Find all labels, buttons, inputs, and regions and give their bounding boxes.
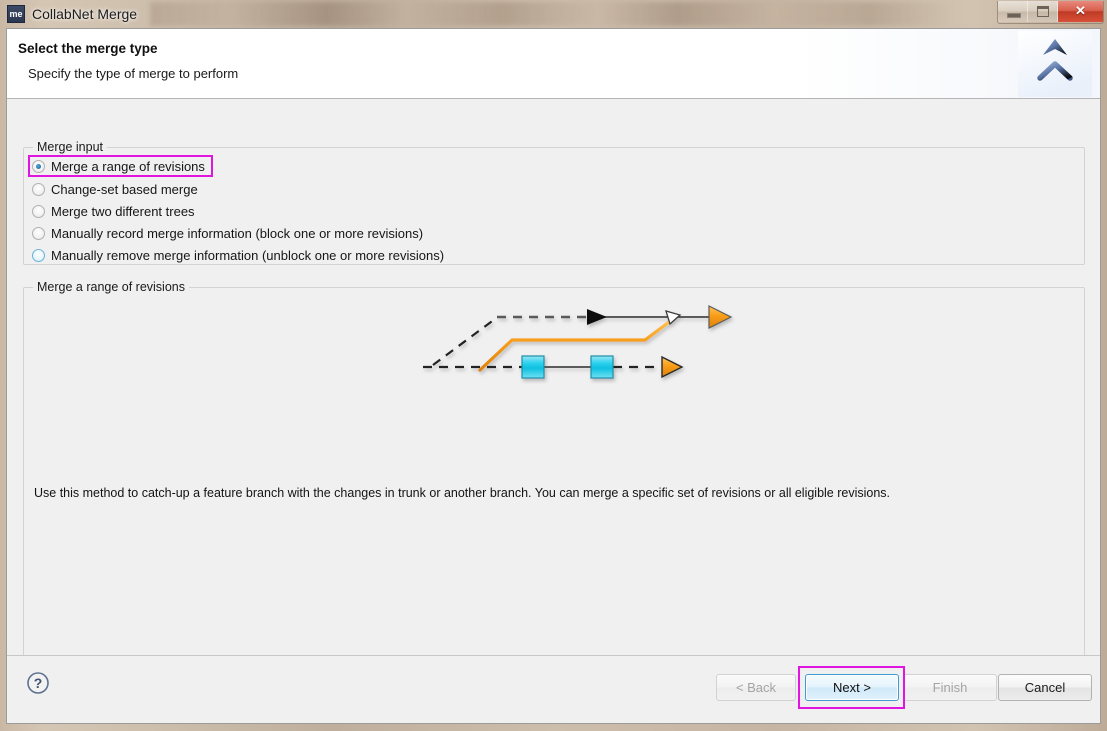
merge-range-diagram [25, 302, 1083, 432]
help-icon[interactable]: ? [26, 671, 50, 695]
svg-text:?: ? [34, 675, 43, 691]
back-button[interactable]: < Back [716, 674, 796, 701]
radio-merge-range-of-revisions[interactable]: Merge a range of revisions [28, 155, 213, 177]
aero-glass-blur [150, 2, 950, 26]
radio-indicator [32, 248, 45, 262]
merge-range-description: Use this method to catch-up a feature br… [34, 486, 891, 500]
radio-label: Manually record merge information (block… [51, 225, 424, 241]
minimize-button[interactable] [998, 1, 1028, 22]
radio-label: Merge two different trees [51, 203, 195, 219]
merge-arrow-logo-icon [1018, 31, 1092, 97]
finish-button[interactable]: Finish [903, 674, 997, 701]
radio-indicator [32, 226, 45, 240]
merge-range-group: Merge a range of revisions Use this meth… [23, 280, 1085, 679]
restore-button[interactable] [1028, 1, 1058, 22]
page-subtitle: Specify the type of merge to perform [28, 66, 239, 81]
dialog-button-bar: ? < Back Next > Finish Cancel [7, 655, 1100, 723]
radio-label: Change-set based merge [51, 181, 198, 197]
merge-range-group-label: Merge a range of revisions [33, 280, 189, 294]
radio-merge-two-different-trees[interactable]: Merge two different trees [32, 201, 195, 221]
page-title: Select the merge type [18, 41, 158, 56]
close-icon: ✕ [1075, 3, 1086, 18]
restore-icon [1037, 6, 1049, 17]
wizard-body: Merge input Merge a range of revisions C… [7, 99, 1100, 702]
merge-wizard-dialog: Select the merge type Specify the type o… [6, 28, 1101, 724]
radio-indicator [32, 159, 45, 173]
radio-change-set-based-merge[interactable]: Change-set based merge [32, 179, 198, 199]
window-controls: ✕ [997, 1, 1104, 24]
merge-input-group-label: Merge input [33, 140, 108, 154]
wizard-header: Select the merge type Specify the type o… [7, 29, 1100, 99]
next-button[interactable]: Next > [805, 674, 899, 701]
radio-indicator [32, 204, 45, 218]
app-icon: me [7, 5, 25, 23]
window-frame: me CollabNet Merge ✕ Select the merge ty… [0, 0, 1107, 731]
title-bar: me CollabNet Merge ✕ [0, 0, 1107, 28]
minimize-icon [1007, 13, 1021, 18]
radio-label: Merge a range of revisions [51, 158, 205, 174]
radio-manually-remove-merge-info[interactable]: Manually remove merge information (unblo… [32, 245, 444, 265]
cancel-button[interactable]: Cancel [998, 674, 1092, 701]
close-button[interactable]: ✕ [1058, 1, 1103, 22]
radio-label: Manually remove merge information (unblo… [51, 247, 445, 263]
radio-indicator [32, 182, 45, 196]
window-title: CollabNet Merge [32, 6, 138, 22]
merge-input-group: Merge input Merge a range of revisions C… [23, 140, 1085, 265]
radio-manually-record-merge-info[interactable]: Manually record merge information (block… [32, 223, 423, 243]
